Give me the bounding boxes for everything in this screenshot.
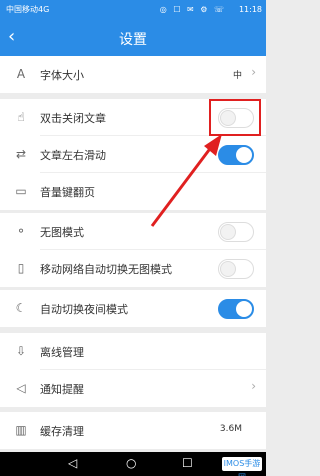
toggle-knob bbox=[236, 147, 252, 163]
setting-value: 3.6M bbox=[219, 424, 242, 434]
system-nav-bar: ◁ ○ ☐ IMOS手游网 bbox=[0, 452, 266, 476]
setting-label: 移动网络自动切换无图模式 bbox=[40, 263, 172, 276]
setting-label: 通知提醒 bbox=[40, 383, 84, 396]
setting-label: 无图模式 bbox=[40, 226, 84, 239]
night-mode-icon: ☾ bbox=[15, 301, 27, 315]
setting-label: 字体大小 bbox=[40, 69, 84, 82]
watermark-logo: IMOS手游网 bbox=[222, 457, 262, 476]
status-icons: ◎ ☐ ✉ ⚙ ☏ bbox=[159, 5, 226, 14]
carrier-label: 中国移动4G bbox=[6, 5, 50, 14]
page-title: 设置 bbox=[119, 32, 147, 48]
font-size-icon: A bbox=[16, 67, 26, 81]
setting-label: 缓存清理 bbox=[40, 425, 84, 438]
chevron-right-icon: › bbox=[251, 379, 256, 393]
toggle-switch[interactable] bbox=[218, 145, 254, 165]
setting-row-swipe[interactable]: ⇄ 文章左右滑动 bbox=[0, 136, 266, 173]
double-tap-icon: ☝ bbox=[17, 110, 25, 124]
app-bar: ‹ 设置 bbox=[0, 20, 266, 56]
clock: 11:18 bbox=[238, 5, 262, 14]
nav-back-icon[interactable]: ◁ bbox=[68, 456, 77, 470]
toggle-knob bbox=[220, 224, 236, 240]
toggle-switch[interactable] bbox=[218, 299, 254, 319]
setting-label: 音量键翻页 bbox=[40, 186, 95, 199]
setting-row-mobile-no-image[interactable]: ▯ 移动网络自动切换无图模式 bbox=[0, 250, 266, 287]
nav-recent-icon[interactable]: ☐ bbox=[182, 456, 193, 470]
setting-value: 中 bbox=[232, 71, 242, 81]
setting-label: 自动切换夜间模式 bbox=[40, 303, 128, 316]
setting-label: 文章左右滑动 bbox=[40, 149, 106, 162]
setting-row-no-image[interactable]: ⚬ 无图模式 bbox=[0, 213, 266, 250]
annotation-box bbox=[209, 99, 261, 136]
nav-home-icon[interactable]: ○ bbox=[126, 456, 136, 470]
setting-row-cache[interactable]: ▥ 缓存清理 3.6M bbox=[0, 412, 266, 449]
cache-icon: ▥ bbox=[15, 423, 27, 437]
setting-row-volume-key[interactable]: ▭ 音量键翻页 bbox=[0, 173, 266, 210]
setting-row-font-size[interactable]: A 字体大小 中 › bbox=[0, 56, 266, 93]
swipe-icon: ⇄ bbox=[15, 147, 27, 161]
setting-row-night-mode[interactable]: ☾ 自动切换夜间模式 bbox=[0, 290, 266, 327]
setting-label: 双击关闭文章 bbox=[40, 112, 106, 125]
chevron-right-icon: › bbox=[251, 65, 256, 79]
toggle-knob bbox=[236, 301, 252, 317]
status-bar: 中国移动4G ◎ ☐ ✉ ⚙ ☏ 11:18 bbox=[0, 0, 266, 20]
setting-label: 离线管理 bbox=[40, 346, 84, 359]
toggle-knob bbox=[220, 261, 236, 277]
no-image-icon: ⚬ bbox=[15, 224, 27, 238]
toggle-switch[interactable] bbox=[218, 259, 254, 279]
volume-page-icon: ▭ bbox=[15, 184, 27, 198]
offline-icon: ⇩ bbox=[15, 344, 27, 358]
setting-row-notification[interactable]: ◁ 通知提醒 › bbox=[0, 370, 266, 407]
setting-row-offline[interactable]: ⇩ 离线管理 bbox=[0, 333, 266, 370]
mobile-network-icon: ▯ bbox=[17, 261, 25, 275]
notification-icon: ◁ bbox=[16, 381, 26, 395]
toggle-switch[interactable] bbox=[218, 222, 254, 242]
